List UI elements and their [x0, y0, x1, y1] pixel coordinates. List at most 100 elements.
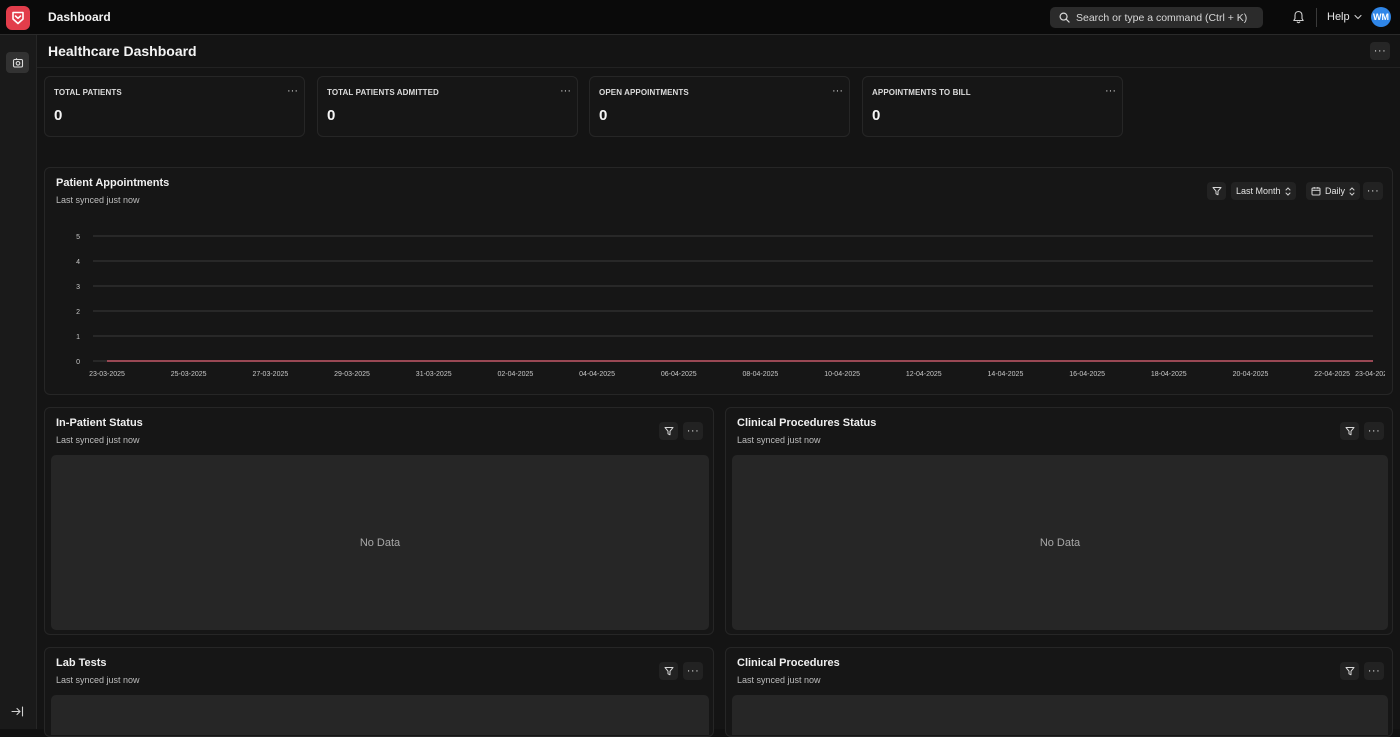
- kpi-value: 0: [327, 107, 336, 124]
- period-value: Last Month: [1236, 186, 1281, 196]
- avatar[interactable]: WM: [1371, 7, 1391, 27]
- sort-icon: [1349, 186, 1355, 196]
- no-data-label: No Data: [1039, 536, 1081, 549]
- x-tick-label: 06-04-2025: [661, 371, 697, 378]
- filter-button[interactable]: [1340, 662, 1359, 680]
- x-tick-label: 23-03-2025: [89, 371, 125, 378]
- y-tick-label: 0: [76, 359, 80, 366]
- x-tick-label: 14-04-2025: [988, 371, 1024, 378]
- y-tick-label: 1: [76, 334, 80, 341]
- panel-body: [51, 695, 709, 735]
- card-subtitle: Last synced just now: [56, 195, 140, 205]
- filter-icon: [1345, 667, 1354, 676]
- page-more-button[interactable]: ···: [1370, 42, 1390, 60]
- inpatient-status-card: In-Patient Status Last synced just now ·…: [44, 407, 714, 635]
- more-icon[interactable]: ···: [287, 85, 298, 97]
- filter-button[interactable]: [659, 662, 678, 680]
- card-title: Clinical Procedures: [737, 657, 840, 669]
- kpi-card-open-appointments: OPEN APPOINTMENTS 0 ···: [589, 76, 850, 137]
- page-title: Healthcare Dashboard: [48, 43, 197, 59]
- help-menu[interactable]: Help: [1327, 11, 1362, 23]
- bell-icon[interactable]: [1292, 10, 1305, 24]
- search-placeholder: Search or type a command (Ctrl + K): [1076, 11, 1248, 24]
- kpi-card-total-patients: TOTAL PATIENTS 0 ···: [44, 76, 305, 137]
- card-subtitle: Last synced just now: [56, 435, 140, 445]
- search-icon: [1059, 12, 1070, 23]
- more-icon[interactable]: ···: [1105, 85, 1116, 97]
- sidebar: [0, 35, 37, 729]
- procedures-status-card: Clinical Procedures Status Last synced j…: [725, 407, 1393, 635]
- x-tick-label: 23-04-2025: [1355, 371, 1385, 378]
- interval-select[interactable]: Daily: [1306, 182, 1361, 200]
- x-tick-label: 29-03-2025: [334, 371, 370, 378]
- chart-more-button[interactable]: ···: [1363, 182, 1383, 200]
- interval-value: Daily: [1325, 186, 1346, 196]
- x-tick-label: 22-04-2025: [1314, 371, 1350, 378]
- y-tick-label: 2: [76, 309, 80, 316]
- empty-state: No Data: [51, 455, 709, 630]
- filter-icon: [664, 427, 673, 436]
- main-content: Healthcare Dashboard ··· TOTAL PATIENTS …: [37, 35, 1400, 737]
- y-tick-label: 3: [76, 284, 80, 291]
- calendar-icon: [1311, 187, 1321, 196]
- filter-button[interactable]: [1340, 422, 1359, 440]
- y-tick-label: 4: [76, 259, 80, 266]
- y-tick-label: 5: [76, 234, 80, 241]
- no-data-label: No Data: [359, 536, 401, 549]
- search-bar[interactable]: Search or type a command (Ctrl + K): [1050, 7, 1263, 28]
- empty-state: No Data: [732, 455, 1388, 630]
- x-tick-label: 12-04-2025: [906, 371, 942, 378]
- panel-more-button[interactable]: ···: [683, 422, 703, 440]
- kpi-card-appointments-to-bill: APPOINTMENTS TO BILL 0 ···: [862, 76, 1123, 137]
- patient-appointments-card: Patient Appointments Last synced just no…: [44, 167, 1393, 395]
- more-icon: ···: [686, 664, 700, 677]
- breadcrumb-dashboard[interactable]: Dashboard: [48, 10, 111, 24]
- x-tick-label: 25-03-2025: [171, 371, 207, 378]
- x-tick-label: 27-03-2025: [252, 371, 288, 378]
- card-title: Patient Appointments: [56, 177, 170, 189]
- period-select[interactable]: Last Month: [1231, 182, 1296, 200]
- lab-tests-card: Lab Tests Last synced just now ···: [44, 647, 714, 737]
- panel-more-button[interactable]: ···: [1364, 422, 1384, 440]
- filter-button[interactable]: [659, 422, 678, 440]
- workspace-icon: [12, 57, 23, 68]
- clinical-procedures-card: Clinical Procedures Last synced just now…: [725, 647, 1393, 737]
- x-tick-label: 20-04-2025: [1233, 371, 1269, 378]
- filter-icon: [1345, 427, 1354, 436]
- more-icon: ···: [1367, 664, 1381, 677]
- sort-icon: [1285, 186, 1291, 196]
- more-icon: ···: [1373, 44, 1387, 57]
- appointments-line-chart: 0 1 2 3 4 5 23-03-2025 25-03-2025 27-03-2025 29-0…: [76, 234, 1385, 378]
- logo-icon[interactable]: [6, 6, 30, 30]
- filter-icon: [664, 667, 673, 676]
- collapse-sidebar-icon[interactable]: [11, 706, 24, 717]
- x-tick-label: 02-04-2025: [497, 371, 533, 378]
- title-divider: [37, 67, 1400, 68]
- more-icon: ···: [686, 424, 700, 437]
- kpi-label: TOTAL PATIENTS ADMITTED: [327, 88, 439, 97]
- kpi-value: 0: [599, 107, 608, 124]
- x-tick-label: 16-04-2025: [1069, 371, 1105, 378]
- x-tick-label: 18-04-2025: [1151, 371, 1187, 378]
- kpi-value: 0: [872, 107, 881, 124]
- card-subtitle: Last synced just now: [737, 675, 821, 685]
- panel-more-button[interactable]: ···: [683, 662, 703, 680]
- top-bar: Dashboard Search or type a command (Ctrl…: [0, 0, 1400, 35]
- x-tick-label: 10-04-2025: [824, 371, 860, 378]
- x-tick-label: 31-03-2025: [416, 371, 452, 378]
- more-icon[interactable]: ···: [560, 85, 571, 97]
- x-tick-label: 08-04-2025: [743, 371, 779, 378]
- chevron-down-icon: [1354, 14, 1362, 20]
- more-icon: ···: [1367, 424, 1381, 437]
- x-tick-label: 04-04-2025: [579, 371, 615, 378]
- kpi-label: APPOINTMENTS TO BILL: [872, 88, 971, 97]
- filter-button[interactable]: [1207, 182, 1226, 200]
- more-icon[interactable]: ···: [832, 85, 843, 97]
- sidebar-item-workspace[interactable]: [6, 52, 29, 73]
- panel-more-button[interactable]: ···: [1364, 662, 1384, 680]
- panel-body: [732, 695, 1388, 735]
- help-label: Help: [1327, 11, 1350, 23]
- kpi-card-total-patients-admitted: TOTAL PATIENTS ADMITTED 0 ···: [317, 76, 578, 137]
- more-icon: ···: [1366, 184, 1380, 197]
- kpi-label: OPEN APPOINTMENTS: [599, 88, 689, 97]
